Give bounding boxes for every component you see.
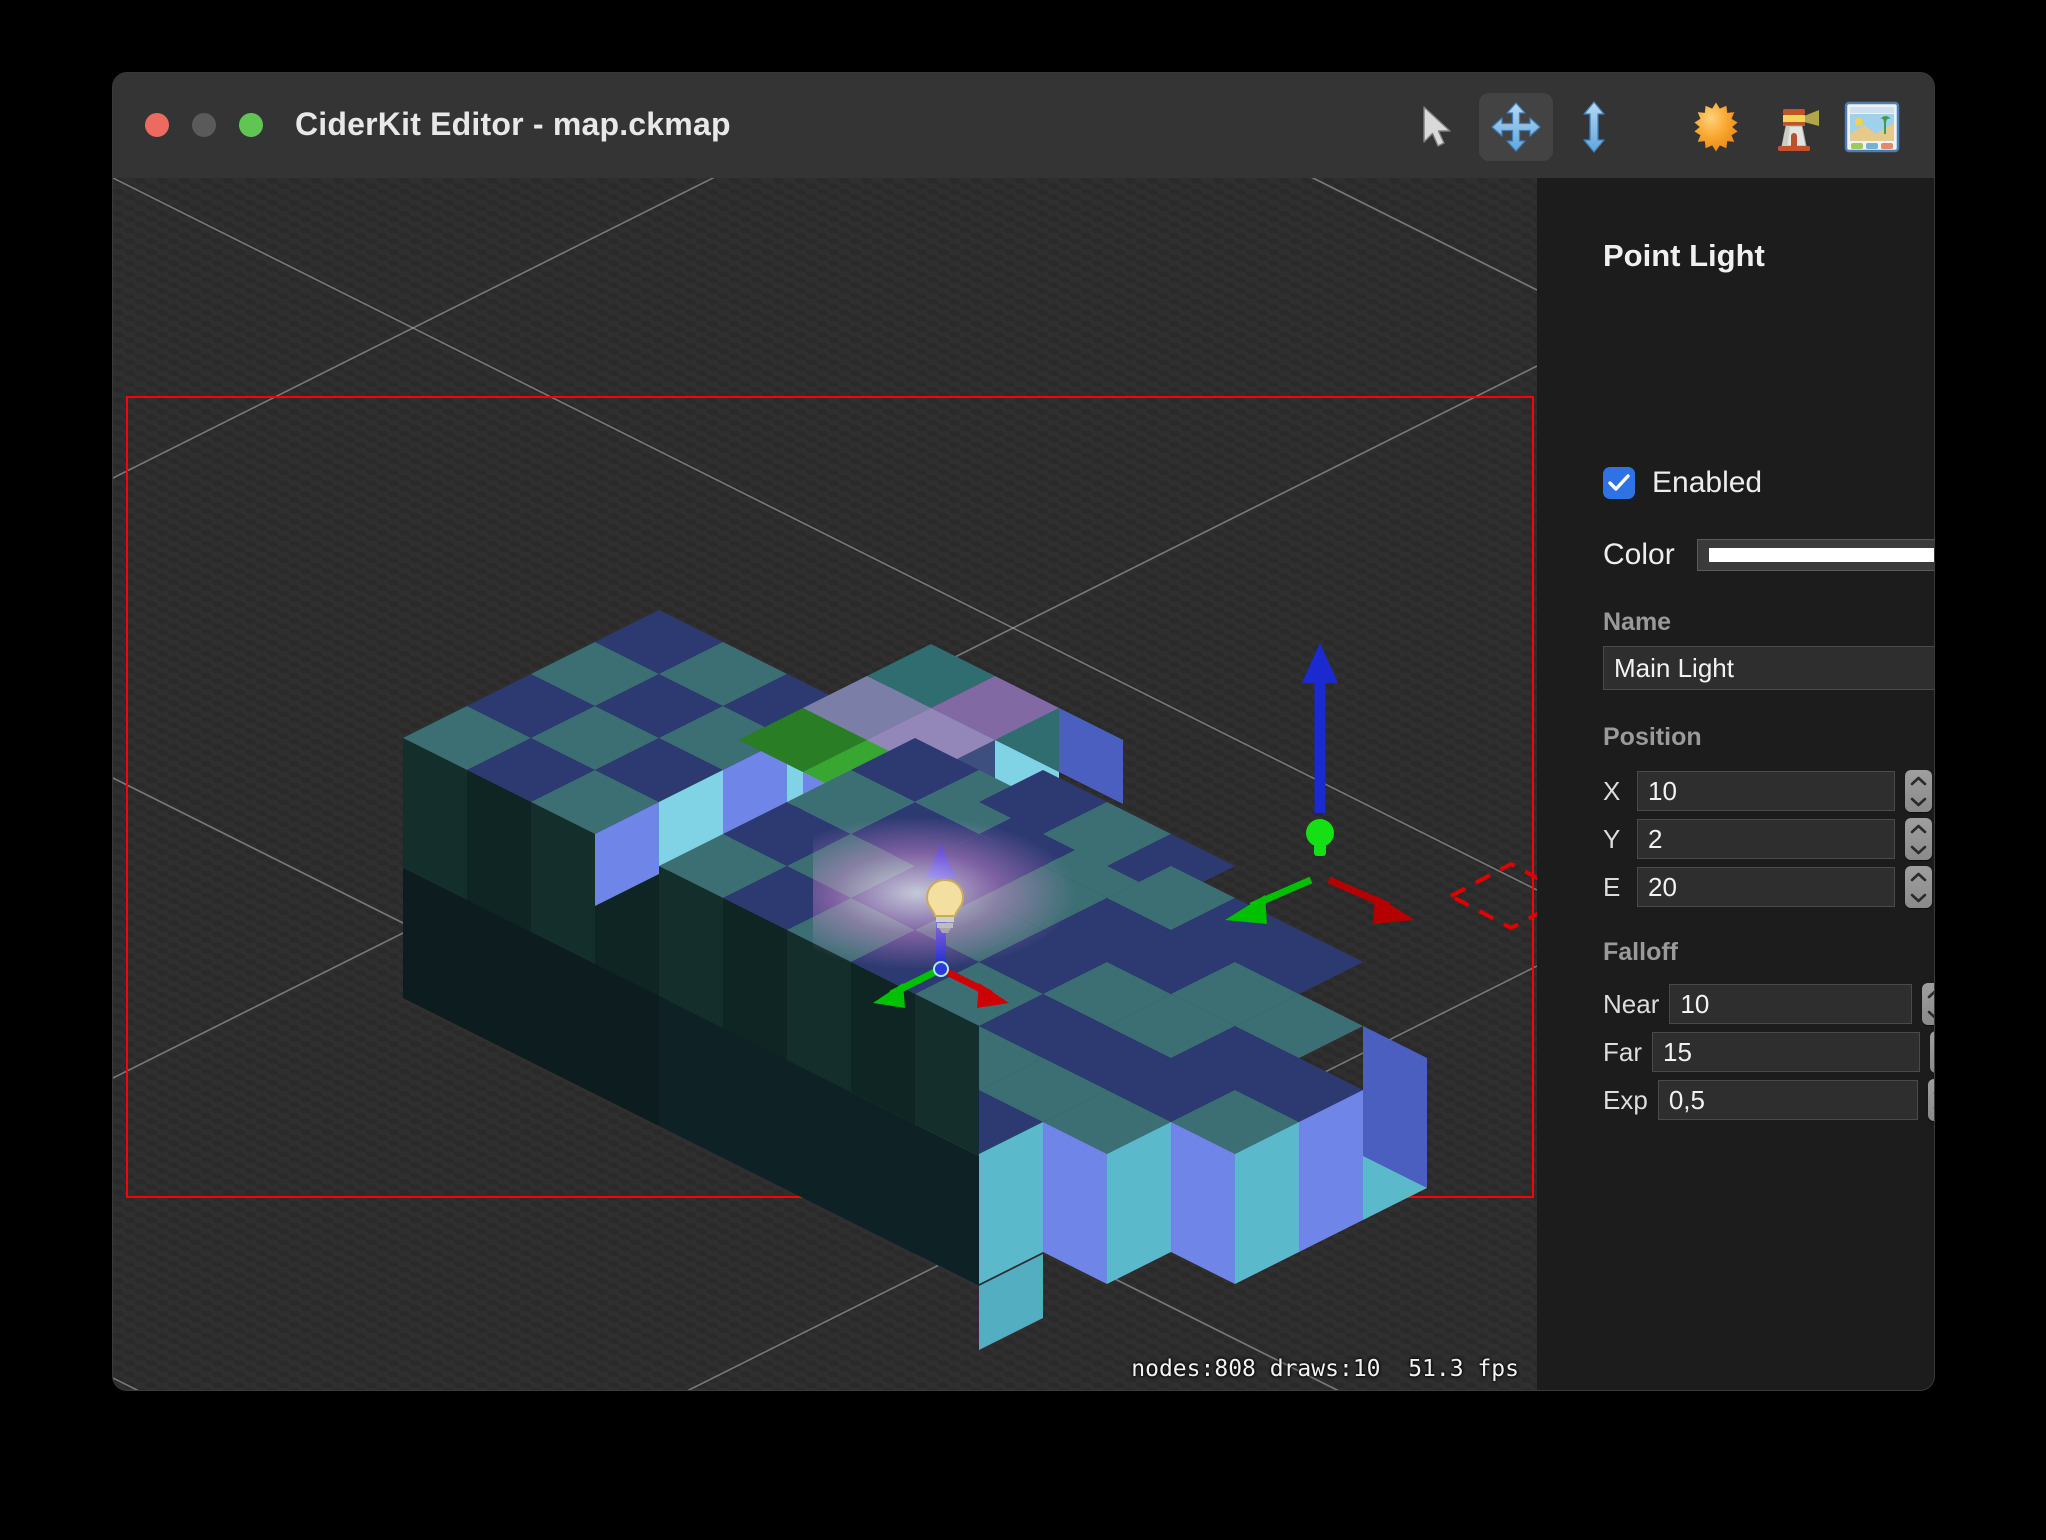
color-label: Color	[1603, 538, 1675, 571]
inspector-panel: Point Light Enabled Color Name Main Ligh…	[1537, 178, 1934, 1390]
checkmark-icon	[1608, 474, 1630, 491]
title-bar: CiderKit Editor - map.ckmap	[113, 73, 1934, 178]
chevron-up-icon	[1910, 776, 1927, 785]
position-y-input[interactable]: 2	[1637, 819, 1895, 859]
vertical-arrows-icon	[1579, 101, 1609, 153]
chevron-up-icon	[1933, 1091, 1934, 1094]
falloff-exp-input[interactable]: 0,5	[1657, 1080, 1918, 1120]
sun-icon	[1690, 101, 1742, 153]
picture-window-icon	[1844, 101, 1900, 153]
falloff-far-row: Far 15	[1603, 1031, 1934, 1073]
panel-title: Point Light	[1603, 238, 1765, 273]
isometric-map[interactable]	[113, 178, 1537, 1390]
falloff-near-row: Near 10	[1603, 983, 1934, 1025]
elevation-tool-button[interactable]	[1557, 93, 1631, 161]
name-label: Name	[1603, 608, 1672, 636]
chevron-down-icon	[1910, 845, 1927, 854]
light-bulb-gizmo-icon	[1306, 819, 1334, 856]
falloff-exp-label: Exp	[1603, 1084, 1648, 1115]
color-swatch-value	[1708, 548, 1934, 562]
position-section-label: Position	[1603, 723, 1702, 751]
chevron-up-icon	[1910, 824, 1927, 833]
falloff-far-input[interactable]: 15	[1652, 1032, 1920, 1072]
chevron-down-icon	[1928, 1010, 1934, 1018]
position-y-label: Y	[1603, 823, 1621, 854]
status-readout: nodes:808 draws:10 51.3 fps	[1131, 1356, 1519, 1382]
traffic-lights	[145, 113, 263, 137]
chevron-up-icon	[1910, 872, 1927, 881]
position-e-row: E 20	[1603, 866, 1932, 908]
falloff-near-input[interactable]: 10	[1669, 984, 1913, 1024]
chevron-down-icon	[1910, 893, 1927, 902]
inspector-toggle-button[interactable]	[1835, 93, 1909, 161]
light-bulb-icon	[925, 878, 965, 933]
editor-window: CiderKit Editor - map.ckmap nodes:808 dr…	[113, 73, 1934, 1390]
position-e-label: E	[1603, 871, 1621, 902]
ambient-light-tool-button[interactable]	[1679, 93, 1753, 161]
color-swatch-button[interactable]	[1696, 539, 1934, 571]
toolbar	[1397, 93, 1909, 161]
chevron-down-icon	[1910, 797, 1927, 806]
falloff-exp-stepper[interactable]	[1927, 1079, 1934, 1121]
falloff-section-label: Falloff	[1603, 938, 1678, 966]
falloff-far-stepper[interactable]	[1930, 1031, 1934, 1073]
cursor-arrow-icon	[1418, 104, 1458, 150]
chevron-down-icon	[1933, 1106, 1934, 1109]
enabled-label: Enabled	[1652, 466, 1763, 499]
name-input[interactable]: Main Light	[1603, 646, 1934, 690]
enabled-checkbox[interactable]	[1603, 467, 1635, 499]
color-row[interactable]: Color	[1603, 538, 1934, 572]
light-gizmo-secondary[interactable]	[1225, 643, 1415, 924]
window-title: CiderKit Editor - map.ckmap	[295, 106, 731, 142]
enabled-row[interactable]: Enabled	[1603, 466, 1762, 500]
position-y-stepper[interactable]	[1905, 818, 1932, 860]
falloff-near-label: Near	[1603, 988, 1660, 1019]
falloff-far-label: Far	[1603, 1036, 1642, 1067]
select-tool-button[interactable]	[1401, 93, 1475, 161]
position-e-input[interactable]: 20	[1637, 867, 1895, 907]
position-e-stepper[interactable]	[1905, 866, 1932, 908]
minimize-button[interactable]	[192, 113, 216, 137]
falloff-near-stepper[interactable]	[1922, 983, 1934, 1025]
zoom-button[interactable]	[239, 113, 263, 137]
position-x-label: X	[1603, 775, 1621, 806]
scene-viewport[interactable]: nodes:808 draws:10 51.3 fps	[113, 178, 1537, 1390]
position-y-row: Y 2	[1603, 818, 1932, 860]
light-tool-button[interactable]	[1757, 93, 1831, 161]
position-x-stepper[interactable]	[1905, 770, 1932, 812]
move-tool-button[interactable]	[1479, 93, 1553, 161]
chevron-up-icon	[1928, 990, 1934, 998]
move-four-way-icon	[1490, 101, 1542, 153]
position-x-row: X 10	[1603, 770, 1932, 812]
position-x-input[interactable]: 10	[1637, 771, 1895, 811]
falloff-exp-row: Exp 0,5	[1603, 1079, 1934, 1121]
close-button[interactable]	[145, 113, 169, 137]
lighthouse-icon	[1766, 100, 1822, 154]
